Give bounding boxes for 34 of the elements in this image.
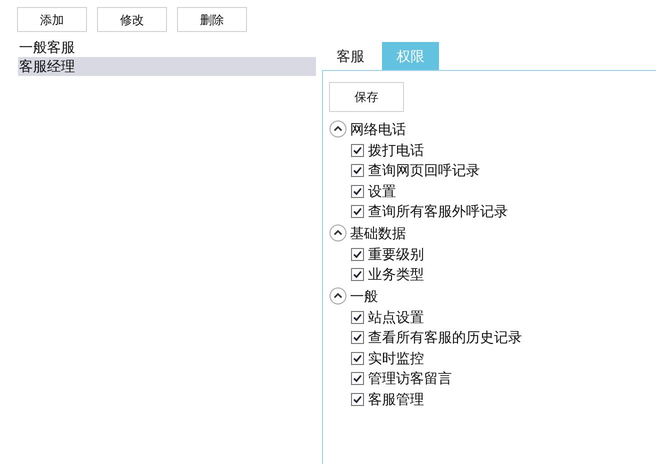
- chevron-up-icon[interactable]: [329, 120, 347, 138]
- checkbox[interactable]: [351, 248, 364, 261]
- role-item[interactable]: 一般客服: [18, 38, 316, 57]
- permission-label: 拨打电话: [368, 140, 424, 160]
- checkbox[interactable]: [351, 205, 364, 218]
- toolbar-button[interactable]: 添加: [17, 7, 87, 32]
- chevron-up-icon[interactable]: [329, 287, 347, 305]
- toolbar-button[interactable]: 删除: [177, 7, 247, 32]
- permission-label: 实时监控: [368, 348, 424, 368]
- permission-label: 业务类型: [368, 265, 424, 284]
- checkbox[interactable]: [351, 331, 364, 344]
- group-label: 基础数据: [350, 224, 406, 242]
- group-label: 一般: [350, 286, 378, 306]
- permission-label: 设置: [368, 182, 396, 201]
- checkbox[interactable]: [351, 184, 364, 198]
- save-button[interactable]: 保存: [329, 82, 404, 112]
- permission-label: 查看所有客服的历史记录: [368, 328, 522, 348]
- checkbox[interactable]: [351, 352, 364, 365]
- permission-label: 重要级别: [368, 244, 424, 264]
- permission-label: 管理访客留言: [368, 369, 452, 388]
- group-label: 网络电话: [350, 120, 406, 138]
- checkbox[interactable]: [351, 392, 364, 406]
- permission-label: 查询网页回呼记录: [368, 161, 480, 180]
- checkbox[interactable]: [351, 372, 364, 386]
- checkbox[interactable]: [351, 144, 364, 157]
- permission-label: 查询所有客服外呼记录: [368, 202, 508, 222]
- checkbox[interactable]: [351, 164, 364, 178]
- chevron-up-icon[interactable]: [329, 224, 347, 242]
- checkbox[interactable]: [351, 268, 364, 282]
- permission-label: 站点设置: [368, 308, 424, 327]
- checkbox[interactable]: [351, 310, 364, 324]
- permission-label: 客服管理: [368, 390, 424, 409]
- toolbar-button[interactable]: 修改: [97, 7, 167, 32]
- role-item[interactable]: 客服经理: [18, 57, 316, 76]
